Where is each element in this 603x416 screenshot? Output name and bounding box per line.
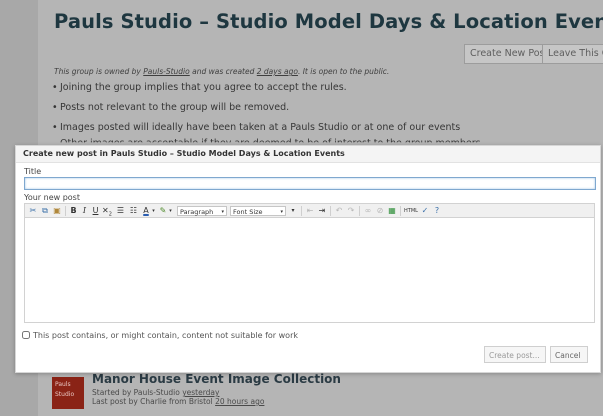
thread-title[interactable]: Manor House Event Image Collection	[92, 372, 341, 386]
numbered-list-icon[interactable]: ☷	[128, 205, 139, 217]
select-dropdown-icon[interactable]: ▾	[288, 205, 298, 217]
thread-last-post-info: Last post by Charlie from Bristol 20 hou…	[92, 397, 265, 406]
rule-item: Posts not relevant to the group will be …	[52, 102, 289, 113]
thread-author-link[interactable]: Pauls-Studio	[134, 388, 180, 397]
nsfw-label: This post contains, or might contain, co…	[33, 331, 298, 340]
group-owner-info: This group is owned by Pauls-Studio and …	[54, 67, 390, 76]
dialog-header: Create new post in Pauls Studio – Studio…	[16, 146, 600, 163]
highlight-dropdown-icon[interactable]: ▾	[168, 205, 173, 217]
last-poster-link[interactable]: Charlie from Bristol	[140, 397, 213, 406]
copy-icon[interactable]: ⧉	[40, 205, 50, 217]
create-new-post-button[interactable]: Create New Post	[464, 44, 555, 64]
nsfw-option[interactable]: This post contains, or might contain, co…	[22, 331, 298, 340]
spellcheck-icon[interactable]: ✓	[420, 205, 430, 217]
post-body-label: Your new post	[24, 193, 80, 202]
created-date: 2 days ago	[256, 67, 298, 76]
toolbar-separator	[330, 206, 331, 216]
rule-item: Joining the group implies that you agree…	[52, 82, 347, 93]
paragraph-format-select[interactable]: Paragraph ▾	[177, 206, 227, 216]
unlink-icon[interactable]: ⊘	[375, 205, 385, 217]
thread-started-time: yesterday	[182, 388, 220, 397]
indent-icon[interactable]: ⇥	[317, 205, 327, 217]
owner-link[interactable]: Pauls-Studio	[143, 67, 189, 76]
remove-format-icon[interactable]: ✕2	[102, 205, 112, 218]
group-title: Pauls Studio – Studio Model Days & Locat…	[54, 10, 603, 33]
last-post-time[interactable]: 20 hours ago	[215, 397, 264, 406]
toolbar-separator	[359, 206, 360, 216]
cut-icon[interactable]: ✂	[28, 205, 38, 217]
toolbar-separator	[65, 206, 66, 216]
rule-item: Images posted will ideally have been tak…	[52, 122, 460, 133]
font-size-select[interactable]: Font Size ▾	[230, 206, 286, 216]
bullet-list-icon[interactable]: ☰	[115, 205, 126, 217]
title-label: Title	[24, 167, 42, 176]
create-post-dialog: Create new post in Pauls Studio – Studio…	[15, 145, 601, 373]
bold-icon[interactable]: B	[69, 205, 78, 217]
link-icon[interactable]: ∞	[363, 205, 373, 217]
image-icon[interactable]: ▦	[387, 205, 397, 217]
editor-toolbar: ✂ ⧉ ▣ B I U ✕2 ☰ ☷ A ▾ ✎ ▾ Paragraph ▾ Fo…	[24, 203, 595, 218]
thread-started-info: Started by Pauls-Studio yesterday	[92, 388, 220, 397]
help-icon[interactable]: ?	[432, 205, 442, 217]
paste-icon[interactable]: ▣	[52, 205, 62, 217]
italic-icon[interactable]: I	[80, 205, 89, 217]
text-color-dropdown-icon[interactable]: ▾	[151, 205, 156, 217]
undo-icon[interactable]: ↶	[334, 205, 344, 217]
text-color-icon[interactable]: A	[141, 205, 151, 217]
dialog-title: Create new post in Pauls Studio – Studio…	[23, 149, 345, 158]
cancel-button[interactable]: Cancel	[550, 346, 588, 363]
underline-icon[interactable]: U	[91, 205, 100, 217]
post-title-input[interactable]	[24, 177, 596, 190]
highlight-color-icon[interactable]: ✎	[158, 205, 168, 217]
toolbar-separator	[301, 206, 302, 216]
html-source-icon[interactable]: HTML	[404, 205, 418, 217]
toolbar-separator	[400, 206, 401, 216]
post-body-editor[interactable]	[24, 218, 595, 323]
nsfw-checkbox[interactable]	[22, 331, 30, 339]
outdent-icon[interactable]: ⇤	[305, 205, 315, 217]
create-post-button[interactable]: Create post...	[484, 346, 546, 363]
thread-thumbnail: Pauls Studio	[52, 377, 84, 409]
leave-group-button[interactable]: Leave This G	[542, 44, 603, 64]
redo-icon[interactable]: ↷	[346, 205, 356, 217]
